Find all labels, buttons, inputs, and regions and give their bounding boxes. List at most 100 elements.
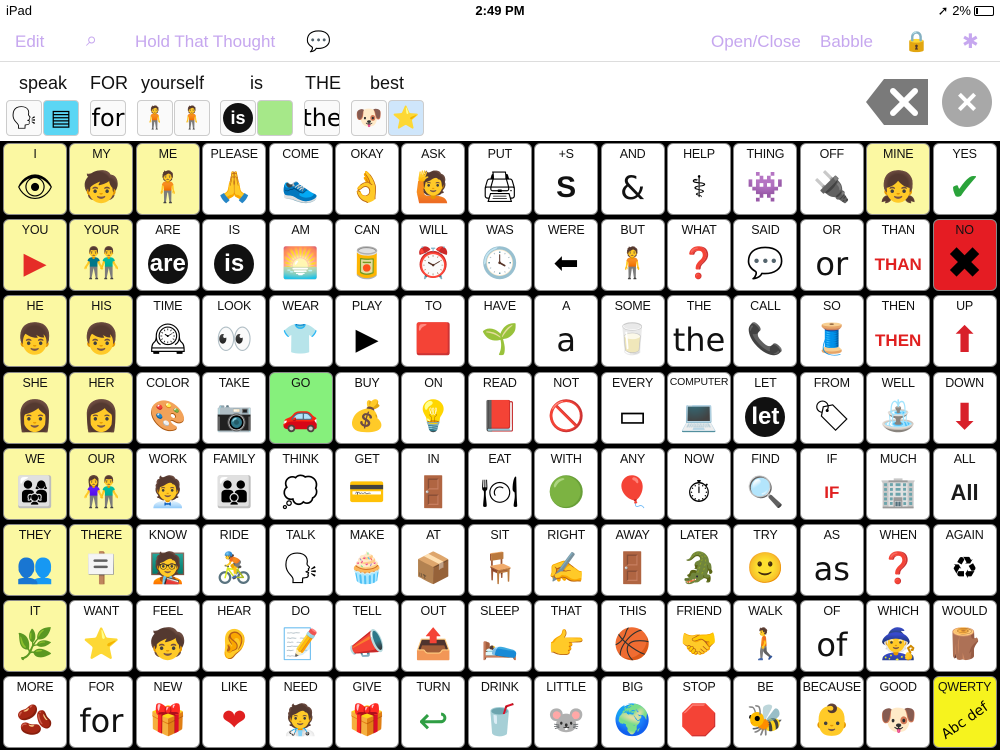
vocab-button-good[interactable]: GOOD 🐶	[866, 676, 931, 749]
vocab-button-play[interactable]: PLAY ▶	[335, 295, 399, 368]
vocab-button-stop[interactable]: STOP 🛑	[667, 676, 731, 749]
vocab-button-turn[interactable]: TURN ↩	[401, 676, 466, 749]
vocab-button-hear[interactable]: HEAR 👂	[202, 600, 267, 673]
vocab-button-think[interactable]: THINK 💭	[268, 447, 333, 520]
vocab-button-help[interactable]: HELP ⚕	[667, 143, 731, 215]
vocab-button-my[interactable]: MY 🧒	[69, 143, 134, 215]
vocab-button-to[interactable]: TO 🟥	[401, 295, 466, 368]
vocab-button-let[interactable]: LET let	[733, 371, 798, 444]
vocab-button-make[interactable]: MAKE 🧁	[335, 524, 399, 596]
vocab-button-but[interactable]: BUT 🧍	[600, 219, 665, 292]
vocab-button-get[interactable]: GET 💳	[335, 447, 399, 520]
hold-that-thought-button[interactable]: Hold That Thought	[135, 32, 275, 52]
vocab-button-was[interactable]: WAS 🕓	[467, 219, 532, 292]
vocab-button-if[interactable]: IF IF	[799, 447, 864, 520]
vocab-button-need[interactable]: NEED 🧑‍⚕️	[268, 676, 333, 749]
vocab-button-computer[interactable]: COMPUTER 💻	[667, 371, 731, 444]
vocab-button-some[interactable]: SOME 🥛	[600, 295, 665, 368]
edit-button[interactable]: Edit	[15, 32, 44, 52]
open-close-button[interactable]: Open/Close	[711, 32, 801, 52]
vocab-button-from[interactable]: FROM 🏷	[799, 371, 864, 444]
vocab-button-new[interactable]: NEW 🎁	[135, 676, 200, 749]
vocab-button-said[interactable]: SAID 💬	[733, 219, 798, 292]
vocab-button-time[interactable]: TIME 🕰	[135, 295, 200, 368]
vocab-button-eat[interactable]: EAT 🍽	[467, 447, 532, 520]
vocab-button-want[interactable]: WANT ⭐	[69, 600, 134, 673]
vocab-button-this[interactable]: THIS 🏀	[600, 600, 665, 673]
vocab-button-when[interactable]: WHEN ❓	[866, 524, 931, 596]
vocab-button-qwerty[interactable]: QWERTY Abc def	[932, 676, 997, 749]
vocab-button-there[interactable]: THERE 🪧	[69, 524, 134, 596]
vocab-button-in[interactable]: IN 🚪	[401, 447, 466, 520]
vocab-button-ask[interactable]: ASK 🙋	[401, 143, 466, 215]
vocab-button-away[interactable]: AWAY 🚪	[600, 524, 665, 596]
vocab-button-our[interactable]: OUR 👫	[69, 447, 134, 520]
vocab-button-call[interactable]: CALL 📞	[733, 295, 798, 368]
vocab-button-now[interactable]: NOW ⏱	[667, 447, 731, 520]
message-bar[interactable]: speak FOR yourself is THE best 🗣 ▤ for 🧍…	[0, 63, 1000, 141]
vocab-button-have[interactable]: HAVE 🌱	[467, 295, 532, 368]
vocab-button-family[interactable]: FAMILY 👪	[202, 447, 267, 520]
vocab-button-buy[interactable]: BUY 💰	[335, 371, 399, 444]
vocab-button-again[interactable]: AGAIN ♻	[932, 524, 997, 596]
vocab-button-be[interactable]: BE 🐝	[733, 676, 798, 749]
vocab-button-big[interactable]: BIG 🌍	[600, 676, 665, 749]
vocab-button-much[interactable]: MUCH 🏢	[866, 447, 931, 520]
vocab-button-than[interactable]: THAN THAN	[866, 219, 931, 292]
vocab-button-for[interactable]: FOR for	[69, 676, 134, 749]
vocab-button-so[interactable]: SO 🧵	[799, 295, 864, 368]
vocab-button-we[interactable]: WE 👨‍👩‍👧	[3, 447, 67, 520]
settings-icon[interactable]: ✱	[962, 29, 979, 54]
search-icon[interactable]: ⌕	[86, 29, 97, 52]
vocab-button-then[interactable]: THEN THEN	[866, 295, 931, 368]
vocab-button-friend[interactable]: FRIEND 🤝	[667, 600, 731, 673]
vocab-button-am[interactable]: AM 🌅	[268, 219, 333, 292]
vocab-button-right[interactable]: RIGHT ✍	[534, 524, 599, 596]
vocab-button-mine[interactable]: MINE 👧	[866, 143, 931, 215]
vocab-button-she[interactable]: SHE 👩	[3, 371, 67, 444]
vocab-button-off[interactable]: OFF 🔌	[799, 143, 864, 215]
vocab-button-find[interactable]: FIND 🔍	[733, 447, 798, 520]
babble-button[interactable]: Babble	[820, 32, 873, 52]
vocab-button-look[interactable]: LOOK 👀	[202, 295, 267, 368]
vocab-button-sit[interactable]: SIT 🪑	[467, 524, 532, 596]
vocab-button-put[interactable]: PUT 🖨	[467, 143, 532, 215]
vocab-button-are[interactable]: ARE are	[135, 219, 200, 292]
vocab-button-talk[interactable]: TALK 🗣	[268, 524, 333, 596]
vocab-button-more[interactable]: MORE 🫘	[3, 676, 67, 749]
vocab-button-at[interactable]: AT 📦	[401, 524, 466, 596]
vocab-button-wear[interactable]: WEAR 👕	[268, 295, 333, 368]
vocab-button-feel[interactable]: FEEL 🧒	[135, 600, 200, 673]
vocab-button-not[interactable]: NOT 🚫	[534, 371, 599, 444]
vocab-button-know[interactable]: KNOW 🧑‍🏫	[135, 524, 200, 596]
vocab-button-with[interactable]: WITH 🟢	[534, 447, 599, 520]
vocab-button-walk[interactable]: WALK 🚶	[733, 600, 798, 673]
vocab-button-tell[interactable]: TELL 📣	[335, 600, 399, 673]
vocab-button-ride[interactable]: RIDE 🚴	[202, 524, 267, 596]
vocab-button-they[interactable]: THEY 👥	[3, 524, 67, 596]
vocab-button-come[interactable]: COME 👟	[268, 143, 333, 215]
vocab-button-the[interactable]: THE the	[667, 295, 731, 368]
vocab-button-you[interactable]: YOU ▶	[3, 219, 67, 292]
vocab-button-as[interactable]: AS as	[799, 524, 864, 596]
speech-bubble-icon[interactable]: 💬	[306, 29, 331, 54]
vocab-button-yes[interactable]: YES ✔	[932, 143, 997, 215]
clear-button[interactable]: ×	[942, 77, 992, 127]
vocab-button-like[interactable]: LIKE ❤	[202, 676, 267, 749]
vocab-button-because[interactable]: BECAUSE 👶	[799, 676, 864, 749]
vocab-button-every[interactable]: EVERY ▭	[600, 371, 665, 444]
vocab-button-that[interactable]: THAT 👉	[534, 600, 599, 673]
vocab-button-it[interactable]: IT 🌿	[3, 600, 67, 673]
vocab-button-her[interactable]: HER 👩	[69, 371, 134, 444]
vocab-button-no[interactable]: NO ✖	[932, 219, 997, 292]
vocab-button-he[interactable]: HE 👦	[3, 295, 67, 368]
vocab-button-what[interactable]: WHAT ❓	[667, 219, 731, 292]
vocab-button-please[interactable]: PLEASE 🙏	[202, 143, 267, 215]
vocab-button-me[interactable]: ME 🧍	[135, 143, 200, 215]
vocab-button-give[interactable]: GIVE 🎁	[335, 676, 399, 749]
vocab-button-later[interactable]: LATER 🐊	[667, 524, 731, 596]
vocab-button-i[interactable]: I 👁	[3, 143, 67, 215]
vocab-button-read[interactable]: READ 📕	[467, 371, 532, 444]
vocab-button-little[interactable]: LITTLE 🐭	[534, 676, 599, 749]
vocab-button-do[interactable]: DO 📝	[268, 600, 333, 673]
